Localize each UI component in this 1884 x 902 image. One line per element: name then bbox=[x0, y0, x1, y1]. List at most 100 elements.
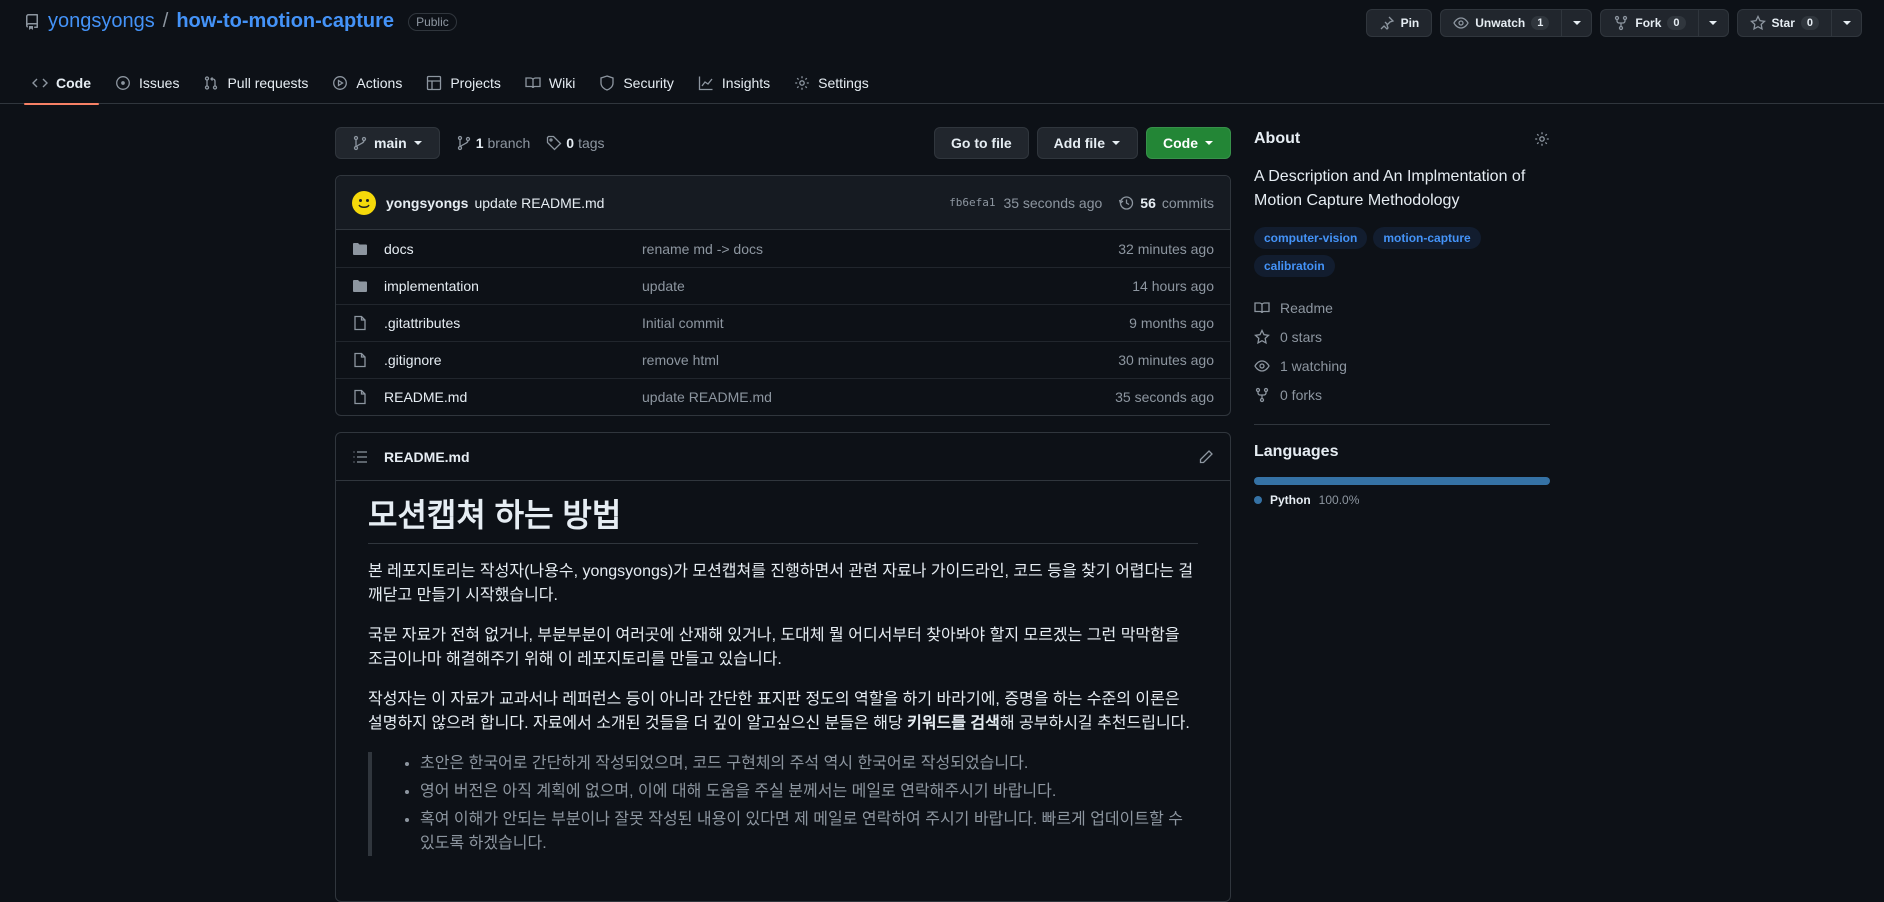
readme-link[interactable]: Readme bbox=[1254, 293, 1550, 322]
go-to-file-button[interactable]: Go to file bbox=[933, 127, 1029, 159]
tab-issues[interactable]: Issues bbox=[107, 62, 187, 104]
branch-select[interactable]: main bbox=[335, 127, 440, 159]
tags-link[interactable]: 0 tags bbox=[546, 135, 605, 151]
tab-security[interactable]: Security bbox=[591, 62, 682, 104]
code-button[interactable]: Code bbox=[1146, 127, 1231, 159]
language-name: Python bbox=[1270, 493, 1311, 507]
fork-icon bbox=[1255, 387, 1269, 402]
stars-label: 0 stars bbox=[1280, 328, 1323, 345]
tab-code[interactable]: Code bbox=[24, 62, 99, 105]
tab-actions-label: Actions bbox=[356, 75, 403, 91]
code-icon bbox=[32, 78, 48, 88]
topic-list: computer-vision motion-capture calibrato… bbox=[1254, 227, 1550, 277]
readme-header: README.md bbox=[336, 433, 1230, 481]
tab-settings[interactable]: Settings bbox=[786, 62, 877, 104]
language-percent: 100.0% bbox=[1318, 493, 1360, 507]
file-name[interactable]: .gitignore bbox=[384, 352, 642, 368]
tag-count: 0 bbox=[566, 135, 575, 151]
watch-dropdown[interactable] bbox=[1561, 10, 1591, 36]
readme-paragraph: 국문 자료가 전혀 없거나, 부분부분이 여러곳에 산재해 있거나, 도대체 뭘… bbox=[368, 627, 1180, 668]
file-commit-message[interactable]: Initial commit bbox=[642, 315, 1129, 331]
play-icon bbox=[333, 76, 348, 90]
repo-nav-tabs: Code Issues Pull requests Actions Projec… bbox=[24, 62, 885, 105]
tab-wiki-label: Wiki bbox=[548, 75, 576, 91]
table-row[interactable]: implementation update 14 hours ago bbox=[336, 267, 1230, 304]
commit-author[interactable]: yongsyongs bbox=[386, 195, 468, 211]
readme-title: 모션캡쳐 하는 방법 bbox=[368, 495, 1198, 544]
file-name[interactable]: docs bbox=[384, 241, 642, 257]
tab-issues-label: Issues bbox=[139, 75, 180, 91]
fork-button[interactable]: Fork 0 bbox=[1600, 9, 1729, 37]
shield-icon bbox=[600, 75, 614, 91]
list-item: 혹여 이해가 안되는 부분이나 잘못 작성된 내용이 있다면 제 메일로 연락하… bbox=[420, 808, 1198, 856]
tab-code-label: Code bbox=[56, 75, 91, 91]
pin-icon bbox=[1380, 16, 1394, 30]
tab-projects[interactable]: Projects bbox=[418, 62, 509, 104]
table-row[interactable]: docs rename md -> docs 32 minutes ago bbox=[336, 230, 1230, 267]
tab-pull-requests[interactable]: Pull requests bbox=[195, 62, 316, 104]
file-commit-message[interactable]: rename md -> docs bbox=[642, 241, 1118, 257]
file-commit-time: 32 minutes ago bbox=[1118, 240, 1214, 257]
file-icon bbox=[352, 352, 372, 368]
branch-name: main bbox=[374, 135, 407, 151]
commit-sha[interactable]: fb6efa1 bbox=[949, 196, 995, 209]
commits-link[interactable]: 56 commits bbox=[1118, 195, 1214, 211]
star-count: 0 bbox=[1800, 16, 1819, 30]
star-dropdown[interactable] bbox=[1831, 10, 1861, 36]
readme-link-label: Readme bbox=[1280, 299, 1333, 316]
branch-label: branch bbox=[487, 135, 531, 151]
watching-label: 1 watching bbox=[1280, 357, 1347, 374]
file-commit-message[interactable]: remove html bbox=[642, 352, 1118, 368]
tab-wiki[interactable]: Wiki bbox=[517, 62, 583, 104]
table-row[interactable]: README.md update README.md 35 seconds ag… bbox=[336, 378, 1230, 415]
pencil-icon[interactable] bbox=[1198, 449, 1214, 465]
list-icon[interactable] bbox=[352, 449, 368, 465]
pin-button[interactable]: Pin bbox=[1365, 9, 1433, 37]
topic-tag[interactable]: calibratoin bbox=[1254, 255, 1335, 277]
file-commit-message[interactable]: update bbox=[642, 278, 1132, 294]
branches-link[interactable]: 1 branch bbox=[456, 135, 531, 151]
tab-insights[interactable]: Insights bbox=[690, 62, 778, 104]
table-row[interactable]: .gitattributes Initial commit 9 months a… bbox=[336, 304, 1230, 341]
about-links: Readme 0 stars 1 watching 0 forks bbox=[1254, 293, 1550, 409]
topic-tag[interactable]: computer-vision bbox=[1254, 227, 1368, 249]
visibility-badge: Public bbox=[408, 12, 457, 31]
repo-owner-link[interactable]: yongsyongs bbox=[48, 10, 155, 33]
language-color-dot bbox=[1254, 496, 1262, 504]
gear-icon[interactable] bbox=[1534, 131, 1550, 147]
fork-icon bbox=[1615, 15, 1628, 31]
commit-message[interactable]: update README.md bbox=[474, 195, 604, 211]
readme-filename[interactable]: README.md bbox=[384, 449, 470, 465]
file-name[interactable]: README.md bbox=[384, 389, 642, 405]
folder-icon bbox=[352, 241, 372, 257]
table-row[interactable]: .gitignore remove html 30 minutes ago bbox=[336, 341, 1230, 378]
star-button[interactable]: Star 0 bbox=[1736, 9, 1862, 37]
forks-link[interactable]: 0 forks bbox=[1254, 380, 1550, 409]
file-name[interactable]: implementation bbox=[384, 278, 642, 294]
topic-tag[interactable]: motion-capture bbox=[1373, 227, 1481, 249]
list-item: 초안은 한국어로 간단하게 작성되었으며, 코드 구현체의 주석 역시 한국어로… bbox=[420, 752, 1198, 776]
language-item[interactable]: Python 100.0% bbox=[1254, 493, 1550, 507]
book-icon bbox=[1254, 301, 1270, 313]
tab-actions[interactable]: Actions bbox=[324, 62, 410, 104]
add-file-label: Add file bbox=[1053, 135, 1105, 151]
repo-actions: Pin Unwatch 1 Fork 0 Star 0 bbox=[1365, 9, 1862, 37]
readme-panel: README.md 모션캡쳐 하는 방법 본 레포지토리는 작성자(나용수, y… bbox=[335, 432, 1231, 902]
fork-count: 0 bbox=[1667, 16, 1686, 30]
branch-count: 1 bbox=[475, 135, 484, 151]
triangle-down-icon bbox=[1205, 141, 1213, 145]
pull-request-icon bbox=[205, 76, 218, 90]
fork-dropdown[interactable] bbox=[1697, 10, 1728, 36]
repo-name-link[interactable]: how-to-motion-capture bbox=[176, 10, 394, 33]
watching-link[interactable]: 1 watching bbox=[1254, 351, 1550, 380]
avatar[interactable] bbox=[352, 190, 376, 215]
stars-link[interactable]: 0 stars bbox=[1254, 322, 1550, 351]
unwatch-button[interactable]: Unwatch 1 bbox=[1440, 9, 1593, 37]
file-browser: yongsyongs update README.md fb6efa1 35 s… bbox=[335, 175, 1231, 416]
add-file-button[interactable]: Add file bbox=[1036, 127, 1138, 159]
file-name[interactable]: .gitattributes bbox=[384, 315, 642, 331]
star-icon bbox=[1749, 15, 1766, 31]
file-commit-message[interactable]: update README.md bbox=[642, 389, 1115, 405]
repo-sidebar: About A Description and An Implmentation… bbox=[1254, 127, 1550, 507]
repo-title: yongsyongs / how-to-motion-capture Publi… bbox=[24, 10, 457, 33]
